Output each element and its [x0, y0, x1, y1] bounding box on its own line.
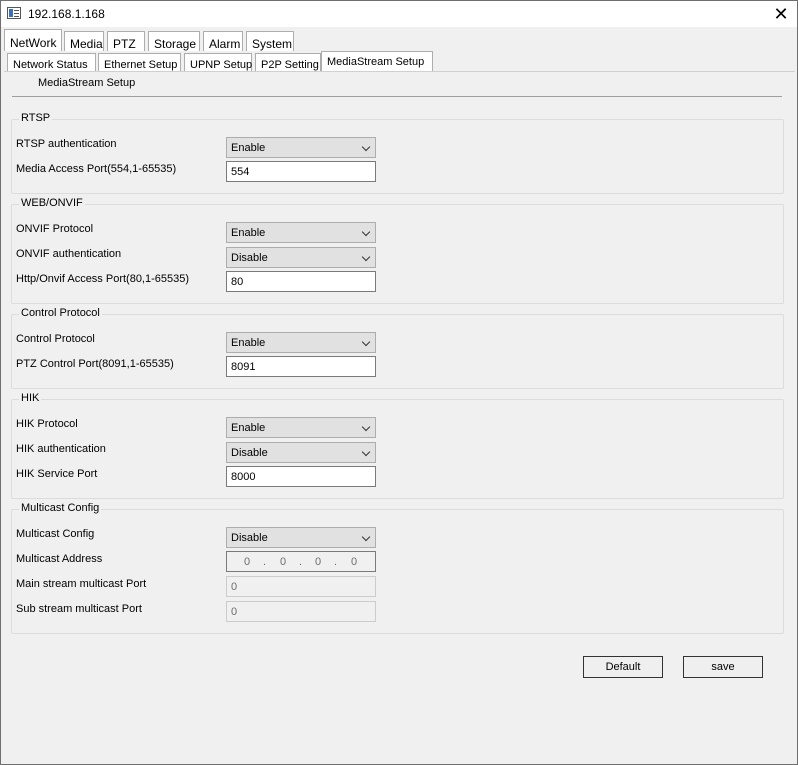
tab-label: PTZ [113, 37, 136, 51]
hik-port-label: HIK Service Port [16, 468, 98, 480]
tab-label: System [252, 37, 293, 51]
hik-port-input[interactable]: 8000 [226, 466, 376, 487]
main-stream-port-input: 0 [226, 576, 376, 597]
rtsp-group-title: RTSP [19, 112, 53, 124]
tab-alarm[interactable]: Alarm [203, 31, 243, 51]
select-value: Disable [231, 252, 268, 264]
sub-stream-port-input: 0 [226, 601, 376, 622]
app-icon [7, 7, 21, 19]
ip-dot: . [334, 556, 338, 568]
onvif-port-input[interactable]: 80 [226, 271, 376, 292]
ptz-port-input[interactable]: 8091 [226, 356, 376, 377]
chevron-down-icon [361, 447, 371, 457]
tab-system[interactable]: System [246, 31, 294, 51]
window-title: 192.168.1.168 [28, 7, 105, 21]
default-button[interactable]: Default [583, 656, 663, 678]
tab-label: Network Status [13, 59, 88, 71]
hik-protocol-select[interactable]: Enable [226, 417, 376, 438]
ip-octet: 0 [351, 556, 358, 568]
tab-label: UPNP Setup [190, 59, 253, 71]
chevron-down-icon [361, 227, 371, 237]
select-value: Enable [231, 422, 266, 434]
hik-group [11, 399, 784, 499]
select-value: Enable [231, 337, 266, 349]
tab-label: MediaStream Setup [327, 56, 425, 68]
tab-ptz[interactable]: PTZ [107, 31, 145, 51]
control-protocol-group-title: Control Protocol [19, 307, 102, 319]
rtsp-port-label: Media Access Port(554,1-65535) [16, 163, 177, 175]
onvif-auth-select[interactable]: Disable [226, 247, 376, 268]
tab-label: NetWork [10, 36, 57, 50]
tab-media[interactable]: Media [64, 31, 104, 51]
web-onvif-group-title: WEB/ONVIF [19, 197, 85, 209]
chevron-down-icon [361, 337, 371, 347]
tab-upnp-setup[interactable]: UPNP Setup [184, 53, 252, 73]
onvif-protocol-select[interactable]: Enable [226, 222, 376, 243]
tab-label: Alarm [209, 37, 241, 51]
app-window: 192.168.1.168 ✕ NetWork Media PTZ Storag… [0, 0, 798, 765]
tab-label: P2P Setting [261, 59, 319, 71]
multicast-address-label: Multicast Address [16, 553, 103, 565]
tab-storage[interactable]: Storage [148, 31, 200, 51]
multicast-group [11, 509, 784, 634]
chevron-down-icon [361, 142, 371, 152]
control-protocol-group [11, 314, 784, 389]
onvif-auth-label: ONVIF authentication [16, 248, 122, 260]
tab-network[interactable]: NetWork [4, 29, 62, 51]
select-value: Enable [231, 142, 266, 154]
select-value: Disable [231, 532, 268, 544]
close-icon[interactable]: ✕ [765, 1, 797, 27]
main-stream-port-label: Main stream multicast Port [16, 578, 147, 590]
rtsp-group [11, 119, 784, 194]
tab-label: Media [70, 37, 103, 51]
tab-mediastream-setup[interactable]: MediaStream Setup [321, 51, 433, 73]
chevron-down-icon [361, 422, 371, 432]
chevron-down-icon [361, 252, 371, 262]
hik-protocol-label: HIK Protocol [16, 418, 78, 430]
multicast-config-label: Multicast Config [16, 528, 95, 540]
sub-stream-port-label: Sub stream multicast Port [16, 603, 142, 615]
onvif-port-label: Http/Onvif Access Port(80,1-65535) [16, 273, 190, 285]
web-onvif-group [11, 204, 784, 304]
divider [12, 96, 782, 97]
control-protocol-select[interactable]: Enable [226, 332, 376, 353]
multicast-address-input[interactable]: 0 . 0 . 0 . 0 [226, 551, 376, 572]
tab-label: Storage [154, 37, 197, 51]
ip-dot: . [263, 556, 267, 568]
hik-group-title: HIK [19, 392, 42, 404]
save-button[interactable]: save [683, 656, 763, 678]
onvif-protocol-label: ONVIF Protocol [16, 223, 94, 235]
tab-network-status[interactable]: Network Status [7, 53, 96, 73]
chevron-down-icon [361, 532, 371, 542]
hik-auth-select[interactable]: Disable [226, 442, 376, 463]
ip-octet: 0 [280, 556, 287, 568]
tab-label: Ethernet Setup [104, 59, 178, 71]
rtsp-auth-label: RTSP authentication [16, 138, 117, 150]
rtsp-port-input[interactable]: 554 [226, 161, 376, 182]
select-value: Enable [231, 227, 266, 239]
rtsp-auth-select[interactable]: Enable [226, 137, 376, 158]
control-protocol-label: Control Protocol [16, 333, 95, 345]
multicast-config-select[interactable]: Disable [226, 527, 376, 548]
title-bar: 192.168.1.168 ✕ [1, 1, 797, 27]
page-title: MediaStream Setup [38, 77, 136, 89]
select-value: Disable [231, 447, 268, 459]
ip-octet: 0 [244, 556, 251, 568]
multicast-group-title: Multicast Config [19, 502, 102, 514]
hik-auth-label: HIK authentication [16, 443, 106, 455]
ip-dot: . [299, 556, 303, 568]
tab-p2p-setting[interactable]: P2P Setting [255, 53, 321, 73]
ip-octet: 0 [315, 556, 322, 568]
tab-ethernet-setup[interactable]: Ethernet Setup [98, 53, 181, 73]
ptz-port-label: PTZ Control Port(8091,1-65535) [16, 358, 174, 370]
